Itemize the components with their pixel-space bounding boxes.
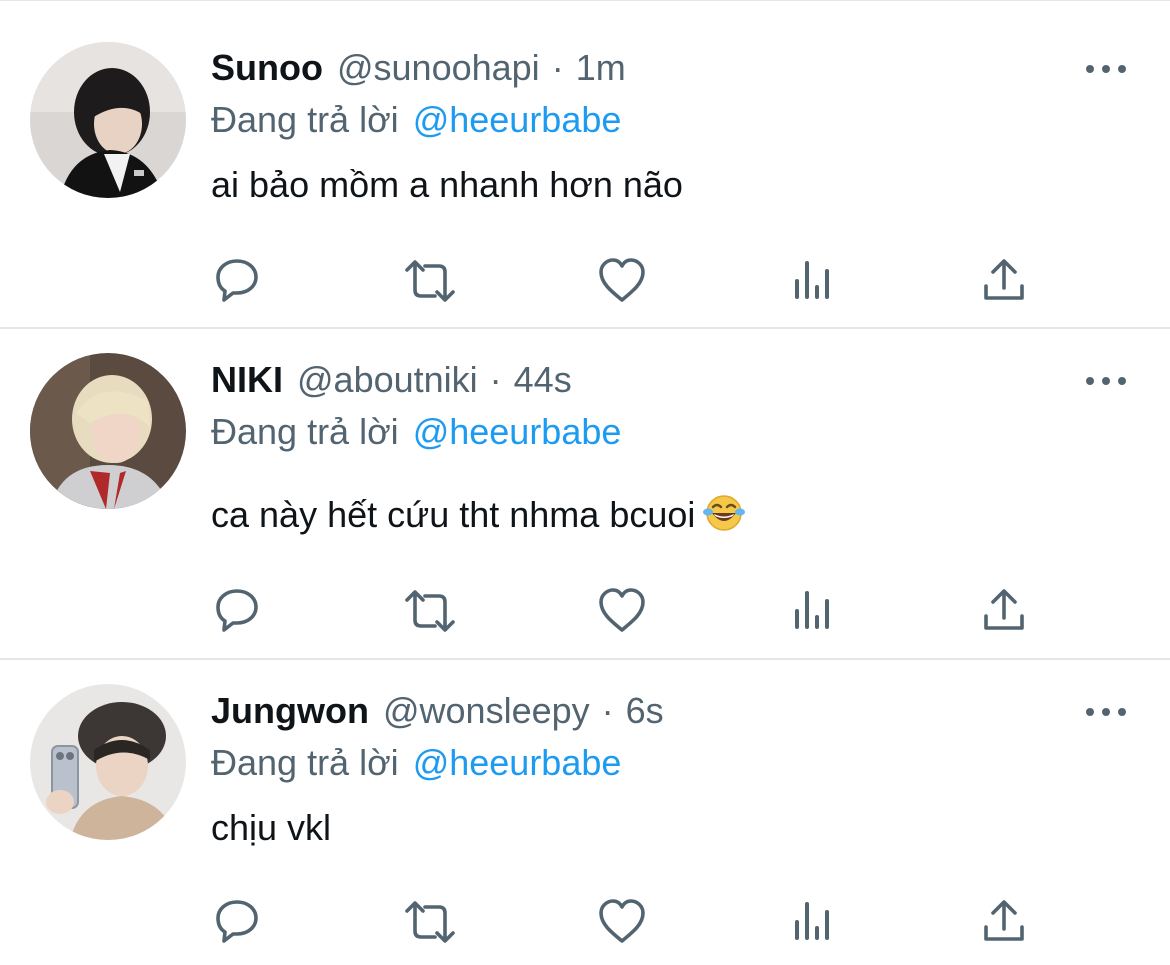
retweet-icon[interactable]	[403, 586, 455, 636]
reply-mention-link[interactable]: @heeurbabe	[413, 411, 622, 452]
user-handle[interactable]: @aboutniki	[297, 358, 478, 402]
tweet-text-body: chịu vkl	[211, 807, 332, 848]
separator: ·	[489, 359, 502, 400]
display-name[interactable]: NIKI	[211, 358, 283, 402]
avatar[interactable]	[30, 42, 186, 198]
tweet-header: Sunoo @sunoohapi · 1m	[211, 46, 1060, 90]
analytics-icon[interactable]	[791, 257, 841, 307]
reply-mention-link[interactable]: @heeurbabe	[413, 742, 622, 783]
user-handle[interactable]: @sunoohapi	[337, 46, 540, 90]
tweet-text: chịu vkl	[211, 806, 1060, 850]
reply-context: Đang trả lời @heeurbabe	[211, 410, 1060, 454]
tweet-header: Jungwon @wonsleepy · 6s	[211, 689, 1060, 733]
analytics-icon[interactable]	[791, 587, 841, 637]
reply-context: Đang trả lời @heeurbabe	[211, 741, 1060, 785]
reply-icon[interactable]	[212, 255, 262, 305]
tweet-niki[interactable]: NIKI @aboutniki · 44s Đang trả lời @heeur…	[0, 329, 1170, 658]
like-icon[interactable]	[597, 256, 647, 306]
more-options-icon[interactable]	[1086, 57, 1126, 81]
like-icon[interactable]	[597, 897, 647, 947]
separator: ·	[551, 47, 564, 88]
display-name[interactable]: Sunoo	[211, 46, 323, 90]
avatar[interactable]	[30, 684, 186, 840]
tweet-text-body: ai bảo mồm a nhanh hơn não	[211, 164, 683, 205]
reply-prefix: Đang trả lời	[211, 99, 399, 140]
reply-mention-link[interactable]: @heeurbabe	[413, 99, 622, 140]
timestamp[interactable]: 44s	[514, 358, 572, 402]
tweet-text: ai bảo mồm a nhanh hơn não	[211, 163, 1060, 207]
share-icon[interactable]	[980, 586, 1030, 636]
more-options-icon[interactable]	[1086, 369, 1126, 393]
share-icon[interactable]	[980, 897, 1030, 947]
retweet-icon[interactable]	[403, 897, 455, 947]
tweet-header: NIKI @aboutniki · 44s	[211, 358, 1060, 402]
reply-prefix: Đang trả lời	[211, 742, 399, 783]
analytics-icon[interactable]	[791, 898, 841, 948]
timestamp[interactable]: 6s	[626, 689, 664, 733]
timestamp[interactable]: 1m	[576, 46, 626, 90]
reply-context: Đang trả lời @heeurbabe	[211, 98, 1060, 142]
reply-icon[interactable]	[212, 585, 262, 635]
laughing-emoji-icon	[703, 493, 746, 543]
tweet-text-body: ca này hết cứu tht nhma bcuoi	[211, 494, 696, 535]
retweet-icon[interactable]	[403, 256, 455, 306]
user-handle[interactable]: @wonsleepy	[383, 689, 590, 733]
separator: ·	[601, 690, 614, 731]
reply-prefix: Đang trả lời	[211, 411, 399, 452]
tweet-sunoo[interactable]: Sunoo @sunoohapi · 1m Đang trả lời @heeur…	[0, 0, 1170, 327]
more-options-icon[interactable]	[1086, 700, 1126, 724]
display-name[interactable]: Jungwon	[211, 689, 369, 733]
reply-icon[interactable]	[212, 896, 262, 946]
like-icon[interactable]	[597, 586, 647, 636]
avatar[interactable]	[30, 353, 186, 509]
share-icon[interactable]	[980, 256, 1030, 306]
tweet-jungwon[interactable]: Jungwon @wonsleepy · 6s Đang trả lời @hee…	[0, 660, 1170, 965]
tweet-text: ca này hết cứu tht nhma bcuoi	[211, 493, 1060, 543]
